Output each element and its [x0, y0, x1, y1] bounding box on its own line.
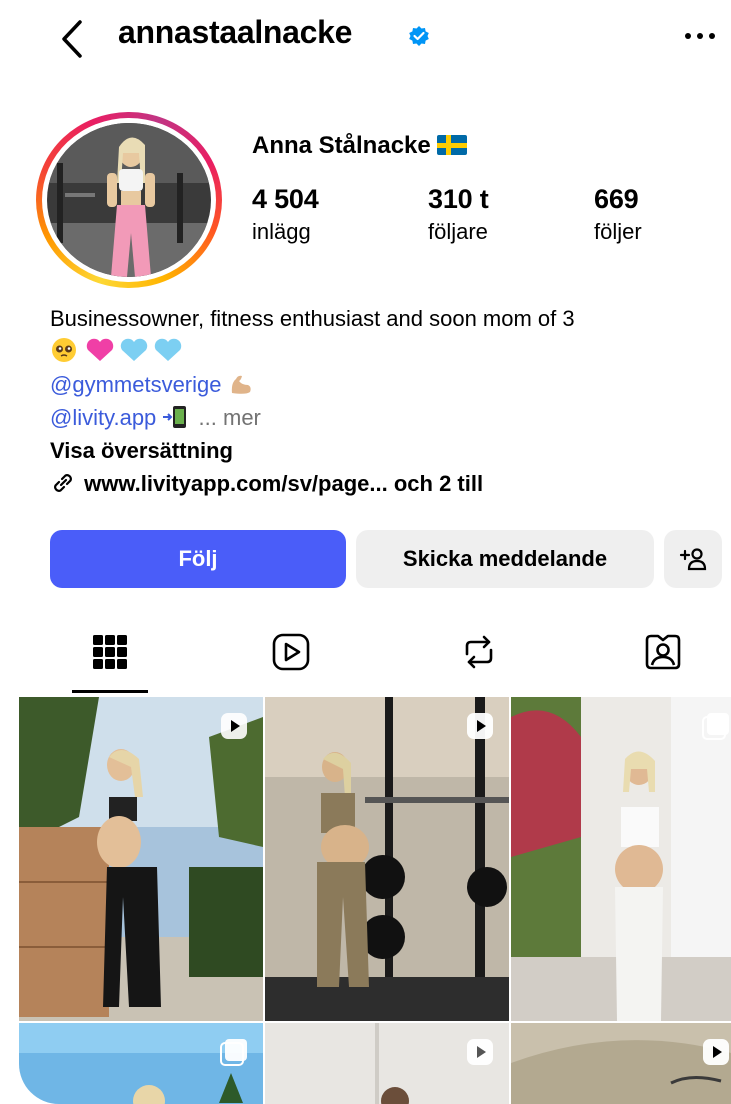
stat-following[interactable]: 669 följer [594, 184, 642, 245]
grid-icon [93, 635, 127, 669]
follow-button[interactable]: Följ [50, 530, 346, 588]
profile-display-name: Anna Stålnacke [252, 132, 467, 160]
link-icon [50, 471, 78, 496]
stat-following-label: följer [594, 219, 642, 244]
tab-reposts[interactable] [404, 608, 554, 696]
website-row[interactable]: www.livityapp.com/sv/page... och 2 till [50, 467, 720, 500]
bio-text-line: Businessowner, fitness enthusiast and so… [50, 306, 575, 331]
story-ring [36, 112, 222, 288]
mention-livity-app[interactable]: @livity.app [50, 405, 156, 430]
grid-post-1[interactable] [19, 697, 263, 1021]
profile-username: annastaalnacke [118, 14, 353, 50]
bio-emoji-icons [52, 338, 182, 362]
grid-post-4[interactable] [19, 1023, 263, 1104]
add-person-button[interactable] [664, 530, 722, 588]
message-button[interactable]: Skicka meddelande [356, 530, 654, 588]
grid-post-2[interactable] [265, 697, 509, 1021]
mobile-arrow-icon [162, 405, 192, 430]
profile-tabs [0, 608, 731, 696]
chevron-left-icon[interactable] [54, 16, 90, 62]
stat-posts-value: 4 504 [252, 184, 319, 214]
profile-bio: Businessowner, fitness enthusiast and so… [50, 302, 720, 500]
reel-icon [465, 711, 495, 741]
reposts-icon [465, 635, 493, 669]
stat-followers-label: följare [428, 219, 488, 244]
tab-reels[interactable] [216, 608, 366, 696]
stat-followers-value: 310 t [428, 184, 489, 214]
sweden-flag-icon [436, 135, 467, 155]
mention-gymmetsverige[interactable]: @gymmetsverige [50, 372, 222, 397]
stat-posts[interactable]: 4 504 inlägg [252, 184, 319, 245]
tagged-icon [645, 634, 681, 670]
stat-followers[interactable]: 310 t följare [428, 184, 489, 245]
tab-tagged[interactable] [588, 608, 731, 696]
stat-following-value: 669 [594, 184, 639, 214]
posts-grid [19, 697, 731, 1104]
top-bar: annastaalnacke [0, 0, 731, 80]
website-url[interactable]: www.livityapp.com/sv/page... [84, 471, 388, 496]
bio-more-link[interactable]: ... mer [199, 405, 261, 430]
verified-badge-icon [408, 25, 430, 47]
bio-mention-line-2: @livity.app 📲 ... mer [50, 401, 720, 434]
website-extra[interactable]: och 2 till [394, 471, 483, 496]
more-horizontal-icon[interactable] [680, 18, 720, 54]
reel-icon [465, 1037, 495, 1067]
active-tab-indicator [72, 690, 148, 693]
grid-post-5[interactable] [265, 1023, 509, 1104]
display-name-text: Anna Stålnacke [252, 132, 431, 159]
tab-grid[interactable] [35, 608, 185, 696]
grid-post-3[interactable] [511, 697, 731, 1021]
reel-icon [701, 1037, 731, 1067]
flexed-biceps-icon [228, 372, 256, 397]
carousel-icon [701, 711, 731, 741]
stat-posts-label: inlägg [252, 219, 311, 244]
reels-icon [272, 633, 310, 671]
carousel-icon [219, 1037, 249, 1067]
profile-avatar[interactable] [36, 112, 222, 288]
bio-mention-line-1: @gymmetsverige 💪🏼 [50, 368, 720, 401]
grid-post-6[interactable] [511, 1023, 731, 1104]
reel-icon [219, 711, 249, 741]
translate-link[interactable]: Visa översättning [50, 434, 720, 467]
add-person-icon [679, 548, 707, 571]
bio-emoji-line: 🥹💗🩵🩵 [50, 335, 720, 368]
avatar-photo [47, 123, 211, 277]
